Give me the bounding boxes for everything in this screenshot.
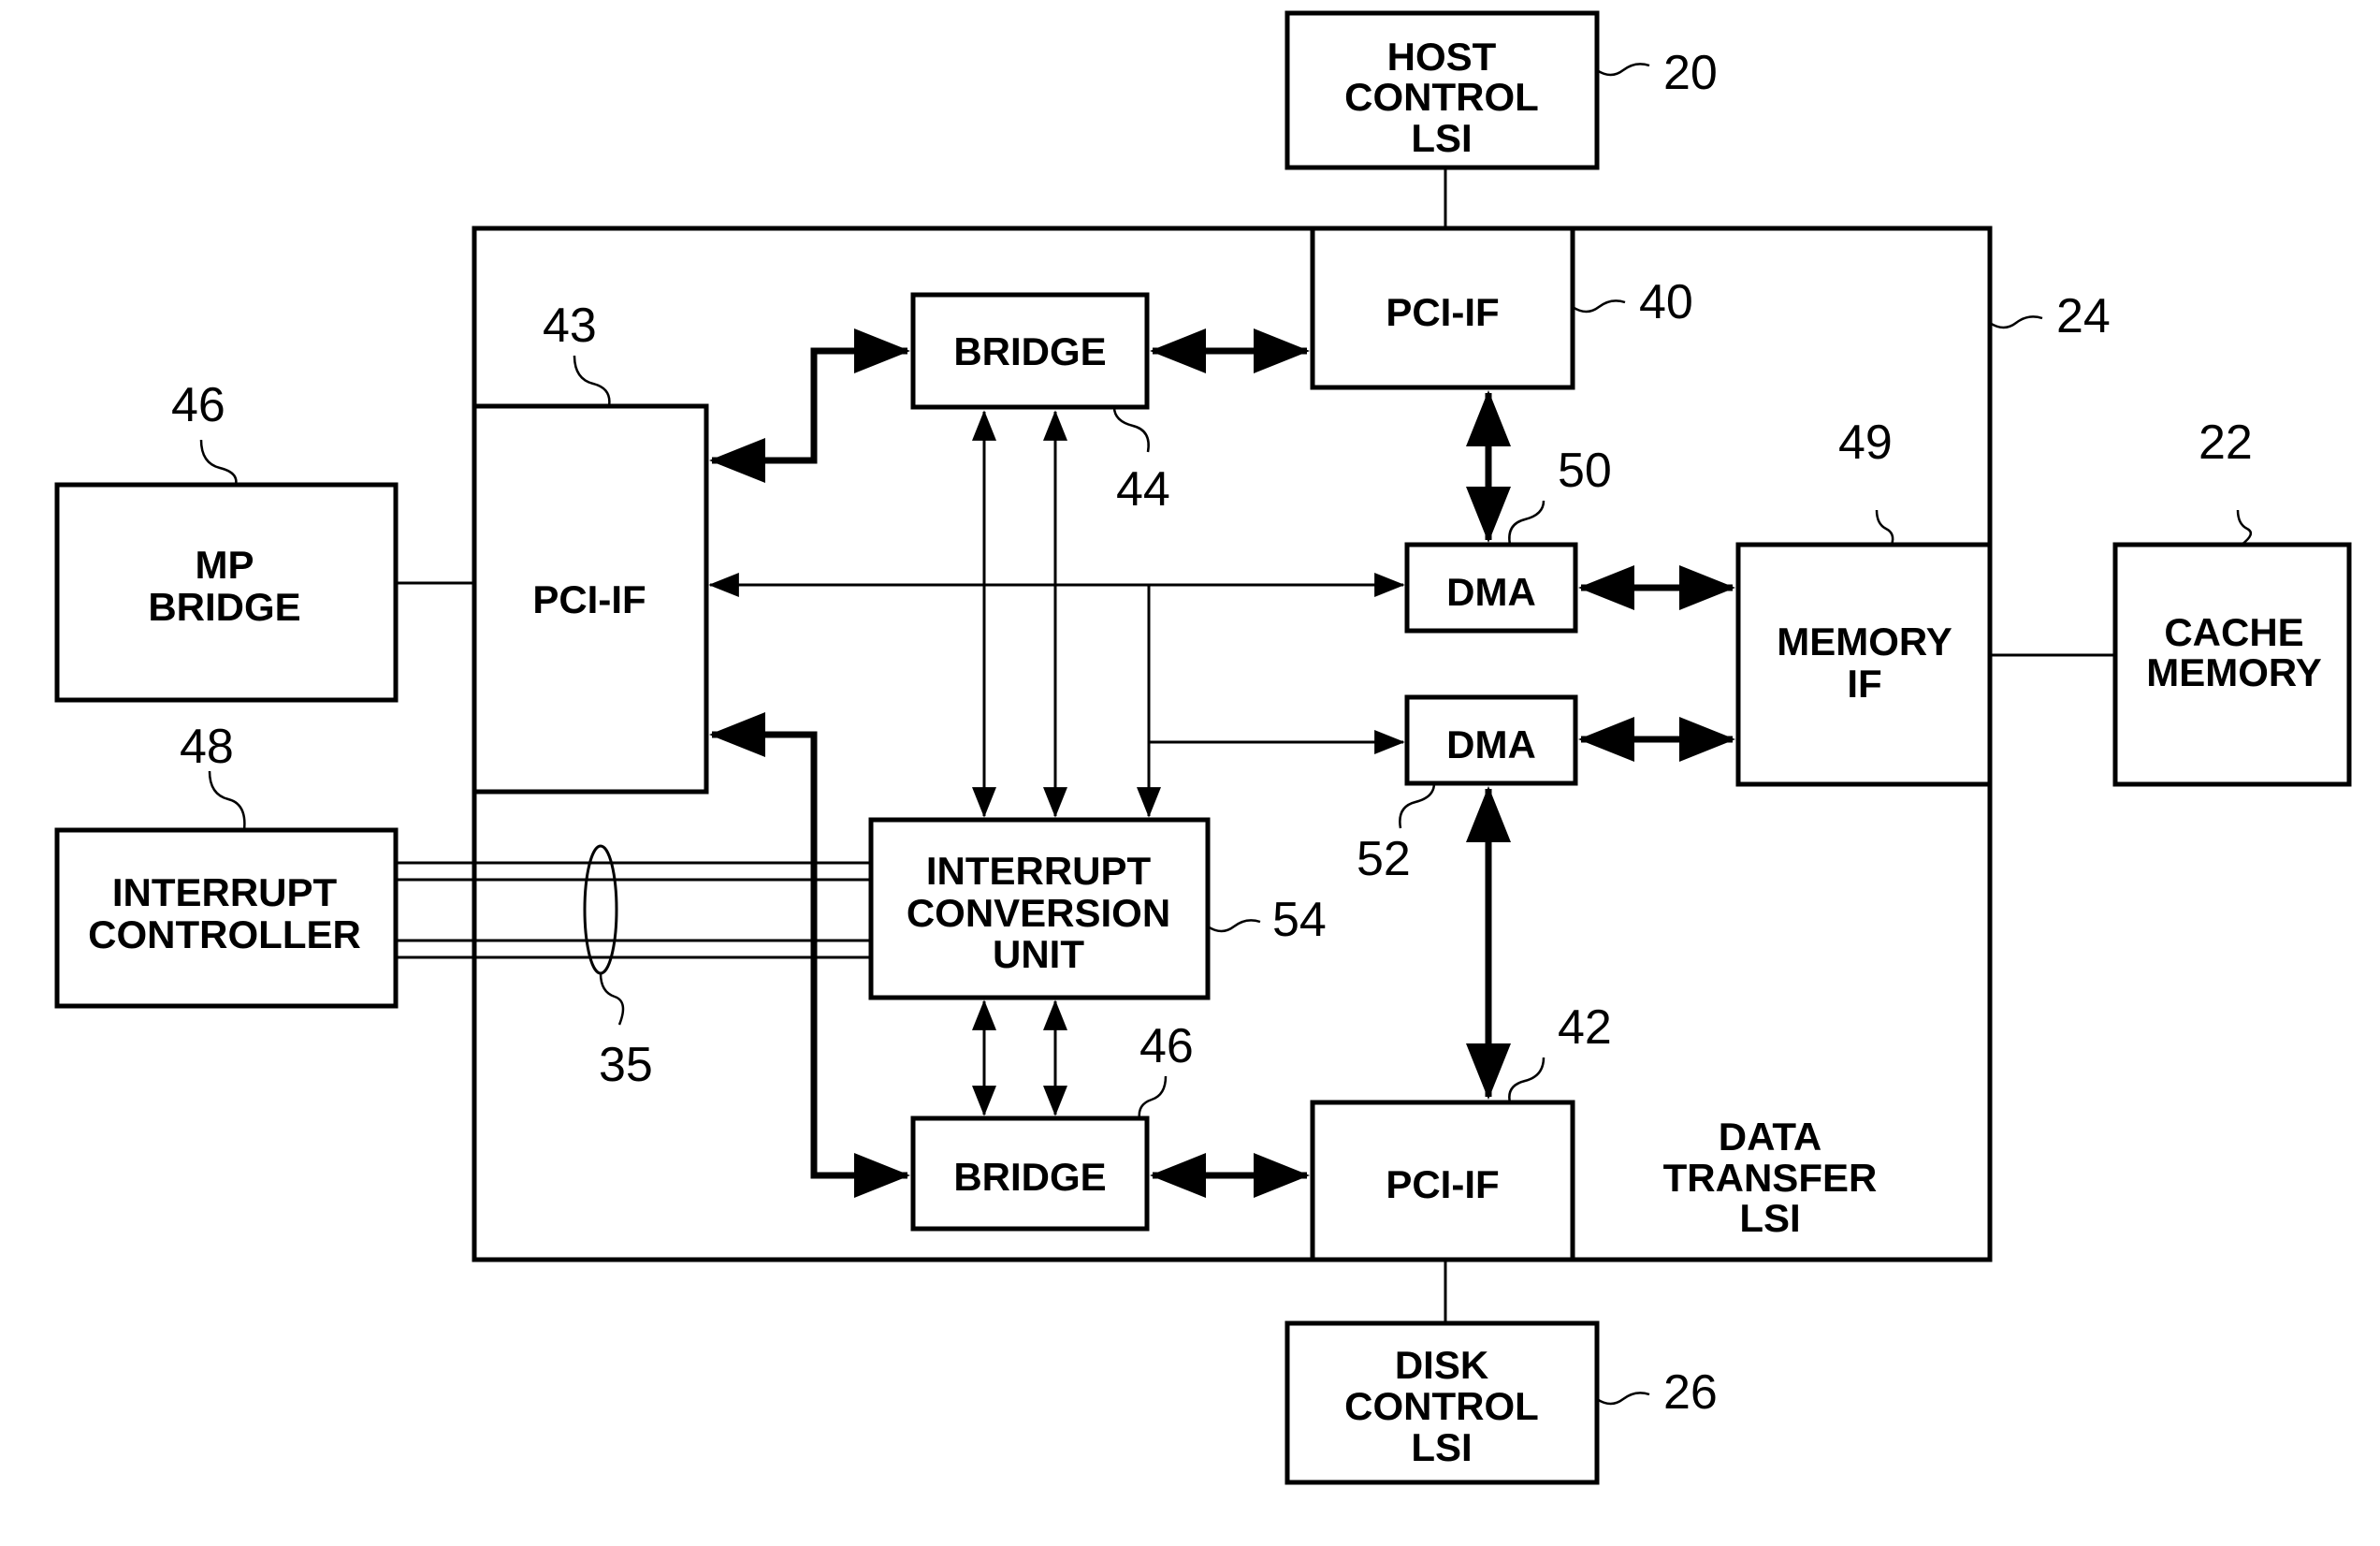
leader-20: [1596, 63, 1650, 77]
svg-text:LSI: LSI: [1411, 1425, 1472, 1469]
svg-text:PCI-IF: PCI-IF: [532, 577, 646, 621]
svg-text:CONTROL: CONTROL: [1344, 1384, 1539, 1428]
block-diagram: HOST CONTROL LSI PCI-IF PCI-IF PCI-IF BR…: [54, 10, 2352, 1485]
svg-text:BRIDGE: BRIDGE: [148, 585, 300, 629]
cache-memory-label: CACHE MEMORY: [2146, 610, 2321, 694]
ref-44: 44: [1116, 462, 1170, 517]
svg-text:CACHE: CACHE: [2164, 610, 2303, 654]
ref-35: 35: [599, 1038, 653, 1092]
ref-49: 49: [1838, 416, 1893, 470]
ref-26: 26: [1663, 1365, 1718, 1420]
svg-text:INTERRUPT: INTERRUPT: [112, 870, 338, 914]
svg-text:MEMORY: MEMORY: [1777, 620, 1952, 664]
svg-text:DMA: DMA: [1446, 570, 1536, 614]
ref-40: 40: [1639, 275, 1693, 329]
dma-bottom-label: DMA: [1446, 722, 1536, 766]
leader-46-mp: [199, 439, 238, 486]
interrupt-controller-label: INTERRUPT CONTROLLER: [88, 870, 361, 956]
svg-text:IF: IF: [1847, 662, 1881, 706]
svg-text:INTERRUPT: INTERRUPT: [926, 849, 1152, 893]
svg-text:DATA: DATA: [1719, 1115, 1821, 1159]
svg-text:MEMORY: MEMORY: [2146, 650, 2321, 694]
svg-text:MP: MP: [196, 543, 254, 587]
svg-text:HOST: HOST: [1387, 35, 1497, 79]
ref-42: 42: [1558, 1000, 1612, 1055]
bridge-top-label: BRIDGE: [953, 329, 1106, 373]
ref-43: 43: [543, 299, 597, 353]
ref-54: 54: [1272, 893, 1327, 947]
svg-text:PCI-IF: PCI-IF: [1386, 290, 1499, 334]
leader-24: [1989, 315, 2043, 329]
svg-text:BRIDGE: BRIDGE: [953, 1155, 1106, 1199]
svg-text:UNIT: UNIT: [993, 932, 1084, 976]
svg-text:PCI-IF: PCI-IF: [1386, 1162, 1499, 1206]
svg-text:DMA: DMA: [1446, 722, 1536, 766]
svg-text:DISK: DISK: [1395, 1343, 1488, 1387]
pci-if-bottom-label: PCI-IF: [1386, 1162, 1499, 1206]
pci-if-top-label: PCI-IF: [1386, 290, 1499, 334]
svg-text:LSI: LSI: [1739, 1196, 1800, 1240]
ref-22: 22: [2199, 416, 2253, 470]
ref-46-bridge: 46: [1139, 1019, 1194, 1073]
ref-24: 24: [2056, 289, 2111, 343]
svg-text:CONTROL: CONTROL: [1344, 75, 1539, 119]
dma-top-label: DMA: [1446, 570, 1536, 614]
leader-26: [1596, 1392, 1650, 1406]
ref-48: 48: [180, 720, 234, 774]
pci-if-left-label: PCI-IF: [532, 577, 646, 621]
leader-48: [208, 770, 246, 831]
bridge-bottom-label: BRIDGE: [953, 1155, 1106, 1199]
svg-text:BRIDGE: BRIDGE: [953, 329, 1106, 373]
ref-20: 20: [1663, 46, 1718, 100]
ref-50: 50: [1558, 444, 1612, 498]
ref-52: 52: [1357, 832, 1411, 886]
svg-text:TRANSFER: TRANSFER: [1663, 1156, 1878, 1200]
svg-text:CONTROLLER: CONTROLLER: [88, 912, 361, 956]
ref-46-mp: 46: [171, 378, 225, 432]
svg-text:CONVERSION: CONVERSION: [907, 891, 1170, 935]
svg-text:LSI: LSI: [1411, 116, 1472, 160]
leader-22: [2236, 509, 2253, 546]
